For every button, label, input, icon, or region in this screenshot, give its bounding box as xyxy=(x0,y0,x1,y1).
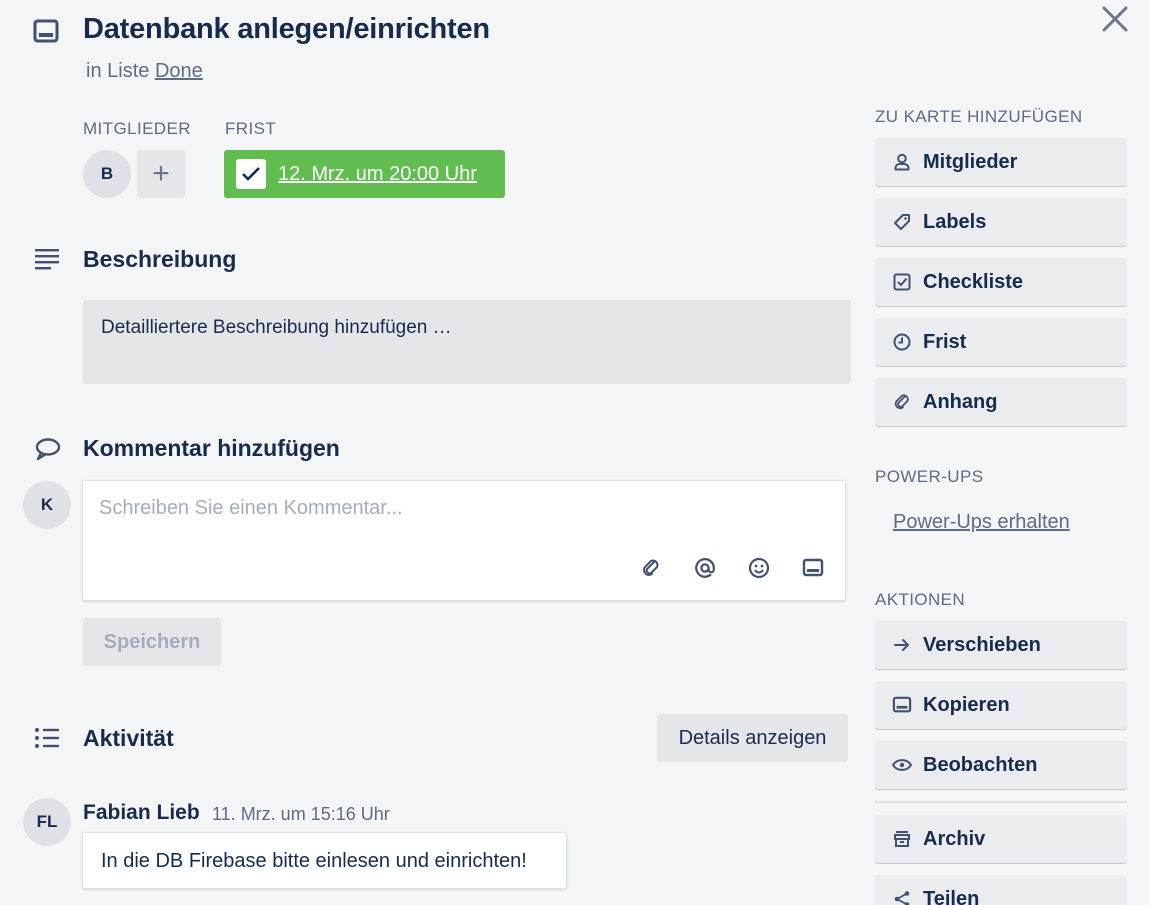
emoji-icon[interactable] xyxy=(746,555,772,581)
checklist-icon xyxy=(892,272,912,292)
sidebar-labels-label: Labels xyxy=(923,210,987,233)
description-heading: Beschreibung xyxy=(83,246,237,272)
powerups-label: Power-Ups xyxy=(875,467,984,486)
description-editor[interactable]: Detailliertere Beschreibung hinzufügen … xyxy=(83,300,851,384)
attachment-icon[interactable] xyxy=(638,555,664,581)
sidebar-members-label: Mitglieder xyxy=(923,150,1018,173)
activity-timestamp[interactable]: 11. Mrz. um 15:16 Uhr xyxy=(212,804,390,825)
sidebar-due-label: Frist xyxy=(923,330,967,353)
sidebar-move-button[interactable]: Verschieben xyxy=(875,621,1127,669)
card-title[interactable]: Datenbank anlegen/einrichten xyxy=(83,13,490,46)
comment-heading: Kommentar hinzufügen xyxy=(83,435,340,461)
description-icon xyxy=(34,248,60,270)
actions-label: Aktionen xyxy=(875,590,966,609)
close-button[interactable] xyxy=(1100,4,1130,34)
archive-icon xyxy=(892,829,912,849)
card-icon xyxy=(892,695,912,715)
card-icon[interactable] xyxy=(800,555,826,581)
activity-author-avatar[interactable]: FL xyxy=(23,798,71,846)
in-list-prefix: in Liste xyxy=(86,60,150,82)
sidebar-members-button[interactable]: Mitglieder xyxy=(875,138,1127,186)
mention-icon[interactable] xyxy=(692,555,718,581)
sidebar-attachment-label: Anhang xyxy=(923,390,998,413)
sidebar-copy-label: Kopieren xyxy=(923,693,1010,716)
sidebar-share-button[interactable]: Teilen xyxy=(875,875,1127,905)
members-label: Mitglieder xyxy=(83,119,191,138)
show-details-button[interactable]: Details anzeigen xyxy=(657,714,848,762)
due-date-text: 12. Mrz. um 20:00 Uhr xyxy=(278,162,477,185)
due-label: Frist xyxy=(225,119,277,138)
sidebar-divider xyxy=(875,801,1127,803)
sidebar-move-label: Verschieben xyxy=(923,633,1041,656)
sidebar-attachment-button[interactable]: Anhang xyxy=(875,378,1127,426)
sidebar-watch-button[interactable]: Beobachten xyxy=(875,741,1127,789)
add-to-card-label: Zu Karte hinzufügen xyxy=(875,107,1083,126)
comment-composer xyxy=(82,480,846,601)
list-reference: in Liste Done xyxy=(86,60,203,83)
due-complete-checkbox[interactable] xyxy=(236,159,266,189)
eye-icon xyxy=(892,755,912,775)
sidebar-due-button[interactable]: Frist xyxy=(875,318,1127,366)
sidebar-copy-button[interactable]: Kopieren xyxy=(875,681,1127,729)
comment-input[interactable] xyxy=(99,497,799,520)
due-date-badge[interactable]: 12. Mrz. um 20:00 Uhr xyxy=(224,150,505,198)
list-link[interactable]: Done xyxy=(155,60,203,82)
activity-icon xyxy=(34,727,60,749)
sidebar-watch-label: Beobachten xyxy=(923,753,1038,776)
sidebar-labels-button[interactable]: Labels xyxy=(875,198,1127,246)
sidebar-archive-button[interactable]: Archiv xyxy=(875,815,1127,863)
card-icon xyxy=(33,19,61,45)
share-icon xyxy=(892,889,912,905)
close-icon xyxy=(1102,6,1128,32)
activity-author-name[interactable]: Fabian Lieb xyxy=(83,801,200,825)
comment-icon xyxy=(35,437,61,461)
check-icon xyxy=(242,167,260,181)
current-user-avatar[interactable]: K xyxy=(23,481,71,529)
add-member-button[interactable]: + xyxy=(137,150,185,198)
person-icon xyxy=(892,152,912,172)
clock-icon xyxy=(892,332,912,352)
tag-icon xyxy=(892,212,912,232)
get-powerups-link[interactable]: Power-Ups erhalten xyxy=(893,511,1070,534)
sidebar-checklist-button[interactable]: Checkliste xyxy=(875,258,1127,306)
attachment-icon xyxy=(892,392,912,412)
arrow-right-icon xyxy=(892,635,912,655)
sidebar-share-label: Teilen xyxy=(923,887,980,905)
sidebar-archive-label: Archiv xyxy=(923,827,986,850)
activity-comment-text: In die DB Firebase bitte einlesen und ei… xyxy=(82,832,567,889)
save-comment-button[interactable]: Speichern xyxy=(83,618,221,666)
member-avatar[interactable]: B xyxy=(83,150,131,198)
sidebar-checklist-label: Checkliste xyxy=(923,270,1024,293)
activity-heading: Aktivität xyxy=(83,725,174,751)
